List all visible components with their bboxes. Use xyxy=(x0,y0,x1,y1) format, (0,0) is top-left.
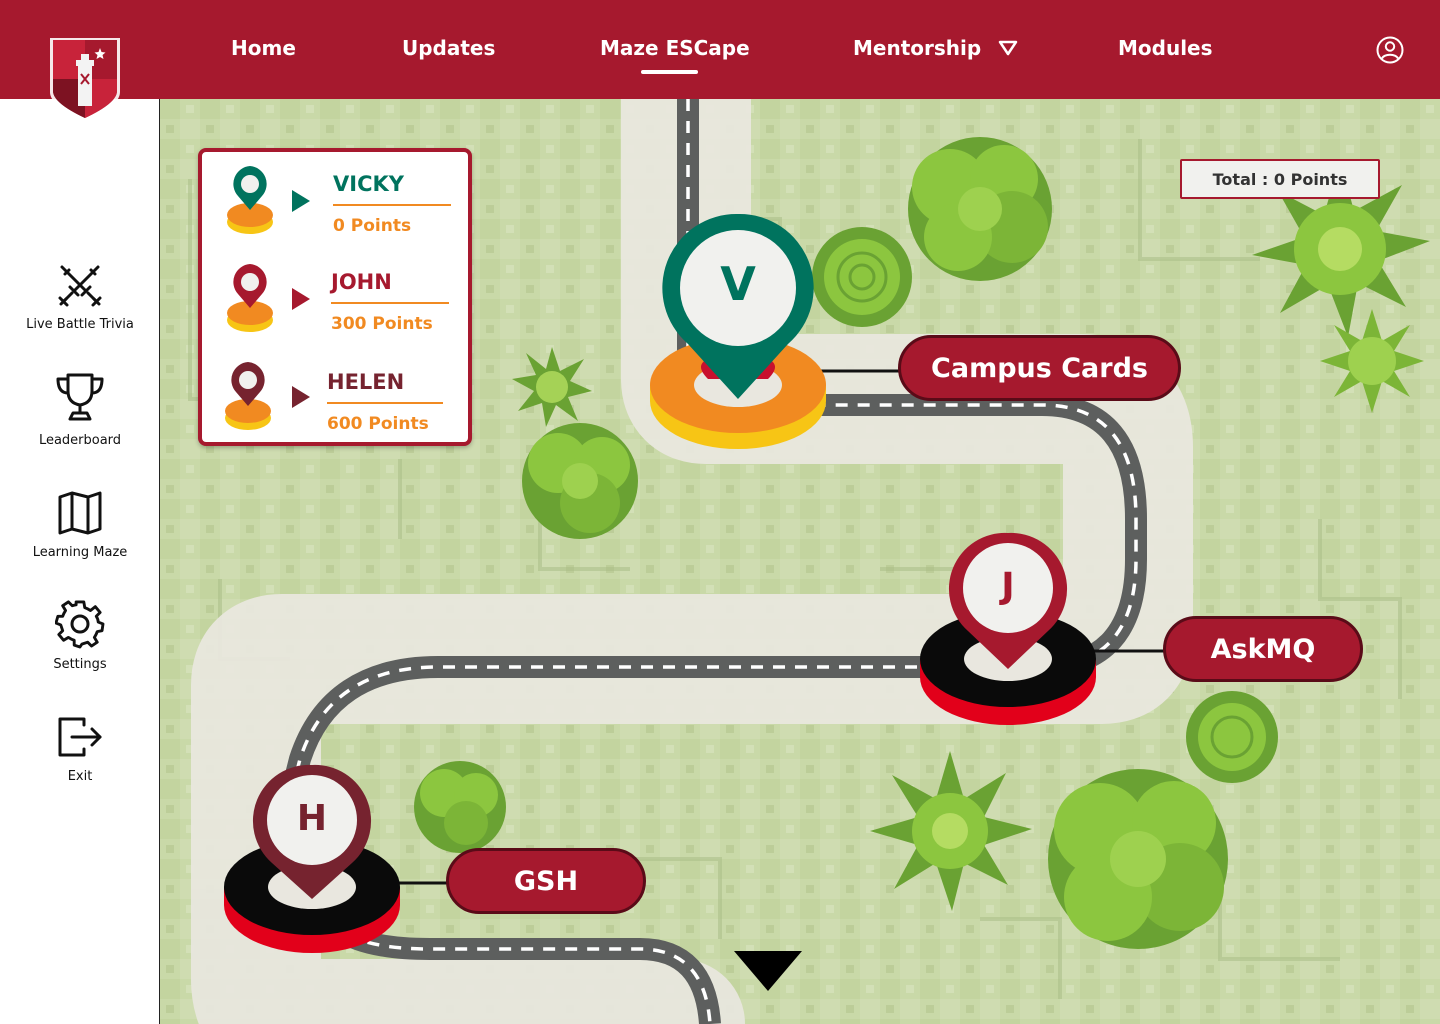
divider xyxy=(331,302,449,304)
sidebar-item-learning-maze[interactable]: Learning Maze xyxy=(0,489,160,560)
destination-campus-cards[interactable]: Campus Cards xyxy=(898,335,1181,401)
play-triangle-icon xyxy=(292,288,310,310)
swords-icon xyxy=(58,265,102,307)
player-pin-icon xyxy=(227,166,273,234)
sidebar-item-settings[interactable]: Settings xyxy=(0,599,160,672)
nav-updates[interactable]: Updates xyxy=(402,36,495,60)
active-tab-indicator xyxy=(641,70,698,74)
sidebar-item-label: Settings xyxy=(53,657,107,672)
player-points: 300 Points xyxy=(331,314,433,334)
player-name: JOHN xyxy=(331,270,392,294)
sidebar-item-label: Exit xyxy=(67,769,93,784)
player-pin-icon xyxy=(227,264,273,332)
divider xyxy=(327,402,443,404)
divider xyxy=(333,204,451,206)
map-icon xyxy=(58,491,102,535)
sidebar-item-leaderboard[interactable]: Leaderboard xyxy=(0,371,160,448)
player-pin-icon xyxy=(225,362,271,430)
sidebar-item-label: Leaderboard xyxy=(38,433,122,448)
destination-gsh[interactable]: GSH xyxy=(446,848,646,914)
sidebar-item-exit[interactable]: Exit xyxy=(0,713,160,784)
nav-mentorship[interactable]: Mentorship xyxy=(853,36,1018,60)
exit-icon xyxy=(58,717,102,757)
sidebar-item-live-battle-trivia[interactable]: Live Battle Trivia xyxy=(0,261,160,332)
nav-home[interactable]: Home xyxy=(231,36,296,60)
profile-icon[interactable] xyxy=(1375,35,1405,65)
university-logo xyxy=(50,38,120,122)
nav-mentorship-label: Mentorship xyxy=(853,36,982,60)
gear-icon xyxy=(55,600,105,649)
marker-v-letter: V xyxy=(720,257,756,311)
nav-maze-escape[interactable]: Maze ESCape xyxy=(600,36,750,60)
top-nav-bar: Home Updates Maze ESCape Mentorship Modu… xyxy=(0,0,1440,99)
nav-modules[interactable]: Modules xyxy=(1118,36,1213,60)
player-name: VICKY xyxy=(333,172,404,196)
player-points: 0 Points xyxy=(333,216,412,236)
marker-j-letter: J xyxy=(1001,566,1015,607)
total-points-badge: Total : 0 Points xyxy=(1180,159,1380,199)
chevron-down-icon xyxy=(998,40,1018,56)
sidebar-item-label: Live Battle Trivia xyxy=(26,317,134,332)
player-name: HELEN xyxy=(327,370,405,394)
sidebar: Live Battle Trivia Leaderboard Learning … xyxy=(0,99,160,1024)
destination-askmq[interactable]: AskMQ xyxy=(1163,616,1363,682)
players-panel: VICKY 0 Points JOHN 300 Points HELEN 600… xyxy=(198,148,472,446)
sidebar-item-label: Learning Maze xyxy=(32,545,128,560)
player-points: 600 Points xyxy=(327,414,429,434)
play-triangle-icon xyxy=(292,190,310,212)
play-triangle-icon xyxy=(292,386,310,408)
marker-h-letter: H xyxy=(296,798,328,839)
trophy-icon xyxy=(56,373,104,421)
